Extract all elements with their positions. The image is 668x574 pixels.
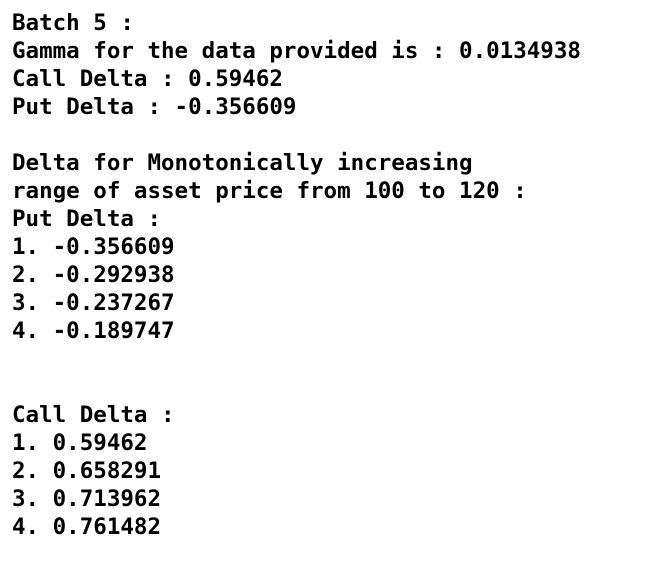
call-delta-item: 2. 0.658291 [12,458,162,484]
range-heading-line-1: Delta for Monotonically increasing [12,150,473,176]
range-heading-line-2: range of asset price from 100 to 120 : [12,178,527,204]
call-delta-item: 4. 0.761482 [12,514,162,540]
put-delta-item: 2. -0.292938 [12,262,175,288]
batch-line: Batch 5 : [12,10,134,36]
call-delta-item: 3. 0.713962 [12,486,162,512]
put-delta-item: 1. -0.356609 [12,234,175,260]
call-delta-heading: Call Delta : [12,402,175,428]
call-delta-line: Call Delta : 0.59462 [12,66,283,92]
put-delta-line: Put Delta : -0.356609 [12,94,297,120]
put-delta-item: 4. -0.189747 [12,318,175,344]
console-output: Batch 5 : Gamma for the data provided is… [12,9,662,541]
put-delta-heading: Put Delta : [12,206,162,232]
call-delta-item: 1. 0.59462 [12,430,148,456]
put-delta-item: 3. -0.237267 [12,290,175,316]
gamma-line: Gamma for the data provided is : 0.01349… [12,38,581,64]
